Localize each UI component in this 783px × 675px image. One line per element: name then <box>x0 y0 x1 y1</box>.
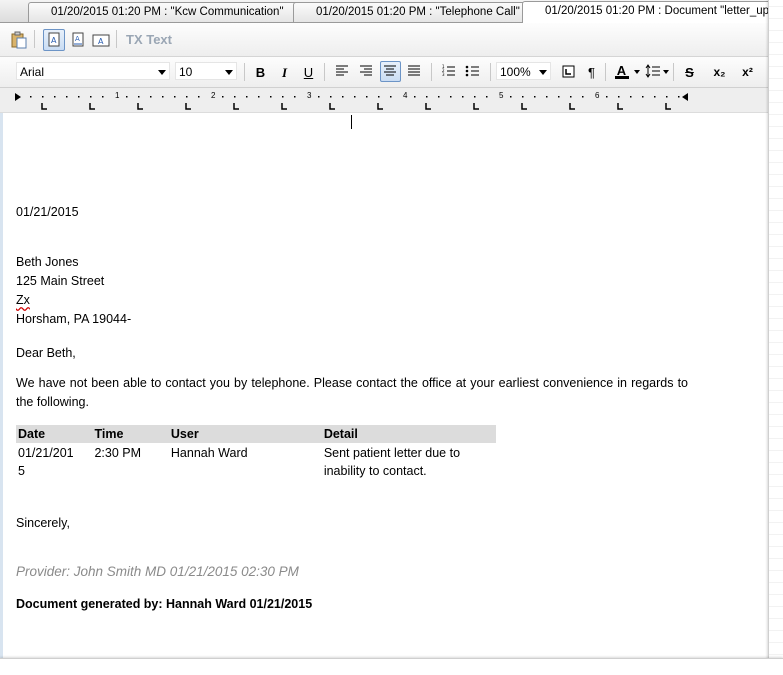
svg-text:A: A <box>51 36 57 45</box>
superscript-button[interactable]: x² <box>737 61 758 82</box>
font-name-select[interactable]: Arial <box>16 62 170 80</box>
address-street: 125 Main Street <box>16 274 105 288</box>
address-line2: Zx <box>16 293 30 307</box>
svg-text:A: A <box>75 35 80 43</box>
chevron-down-icon[interactable] <box>663 70 669 74</box>
ruler-mark-5: 5 <box>499 91 504 100</box>
font-size-value: 10 <box>179 65 193 79</box>
view-normal-icon[interactable]: A <box>43 29 65 51</box>
provider-signature: Provider: John Smith MD 01/21/2015 02:30… <box>16 564 299 579</box>
chevron-down-icon <box>225 70 233 75</box>
view-web-icon[interactable]: A <box>67 29 89 51</box>
column-header-detail: Detail <box>321 425 496 443</box>
table-cell-time: 2:30 PM <box>94 446 142 460</box>
column-header-user: User <box>168 425 322 443</box>
svg-text:A: A <box>98 37 104 46</box>
paste-icon[interactable] <box>8 29 30 51</box>
chevron-down-icon[interactable] <box>634 70 640 74</box>
bullet-list-icon[interactable] <box>462 61 483 82</box>
tab-stop-icon[interactable] <box>558 61 579 82</box>
address-name: Beth Jones <box>16 255 79 269</box>
align-center-icon[interactable] <box>380 61 401 82</box>
svg-text:3: 3 <box>442 72 445 77</box>
chevron-down-icon <box>158 70 166 75</box>
ruler-mark-2: 2 <box>211 91 216 100</box>
body-paragraph: We have not been able to contact you by … <box>16 376 688 409</box>
torn-edge-bottom <box>0 658 783 675</box>
numbered-list-icon[interactable]: 123 <box>438 61 459 82</box>
tab-document-letter[interactable]: 01/20/2015 01:20 PM : Document "letter_u… <box>522 1 768 23</box>
ruler-mark-6: 6 <box>595 91 600 100</box>
salutation: Dear Beth, <box>16 346 76 360</box>
horizontal-ruler[interactable]: 1 2 3 4 5 6 <box>0 88 768 113</box>
font-color-button[interactable]: A <box>611 61 632 82</box>
table-header-row: Date Time User Detail <box>16 425 496 443</box>
zoom-value: 100% <box>500 65 531 79</box>
zoom-select[interactable]: 100% <box>496 62 551 80</box>
tab-bar: 01/20/2015 01:20 PM : "Kcw Communication… <box>0 0 768 23</box>
align-right-icon[interactable] <box>356 61 377 82</box>
ruler-mark-3: 3 <box>307 91 312 100</box>
document-margin <box>0 113 3 658</box>
align-left-icon[interactable] <box>332 61 353 82</box>
view-print-icon[interactable]: A <box>90 29 112 51</box>
format-toolbar: Arial 10 B I U 123 100% ¶ A S x₂ x² <box>0 57 768 88</box>
tx-text-logo: TX Text <box>126 32 172 47</box>
editor-window: 01/20/2015 01:20 PM : "Kcw Communication… <box>0 0 769 658</box>
align-justify-icon[interactable] <box>404 61 425 82</box>
ruler-mark-4: 4 <box>403 91 408 100</box>
detail-table: Date Time User Detail 01/21/201 5 2:30 P… <box>16 425 496 481</box>
torn-edge-right <box>768 0 783 675</box>
strikethrough-button[interactable]: S <box>679 61 700 82</box>
show-formatting-button[interactable]: ¶ <box>581 61 602 82</box>
table-cell-detail: Sent patient letter due to inability to … <box>323 446 461 478</box>
generated-by-line: Document generated by: Hannah Ward 01/21… <box>16 597 313 611</box>
subscript-button[interactable]: x₂ <box>709 61 730 82</box>
italic-button[interactable]: I <box>274 61 295 82</box>
ruler-mark-1: 1 <box>115 91 120 100</box>
line-spacing-icon[interactable] <box>643 61 664 82</box>
table-row: 01/21/201 5 2:30 PM Hannah Ward Sent pat… <box>16 443 496 481</box>
letter-date: 01/21/2015 <box>16 205 79 219</box>
table-cell-date: 01/21/201 5 <box>18 446 74 478</box>
column-header-time: Time <box>92 425 169 443</box>
bold-button[interactable]: B <box>250 61 271 82</box>
address-city: Horsham, PA 19044- <box>16 312 132 326</box>
underline-button[interactable]: U <box>298 61 319 82</box>
chevron-down-icon <box>539 70 547 75</box>
tab-kcw-communication[interactable]: 01/20/2015 01:20 PM : "Kcw Communication… <box>28 2 314 22</box>
document-area[interactable]: 01/21/2015 Beth Jones 125 Main Street Zx… <box>0 113 768 658</box>
closing: Sincerely, <box>16 516 70 530</box>
table-cell-user: Hannah Ward <box>170 446 248 460</box>
font-name-value: Arial <box>20 65 45 79</box>
tab-telephone-call[interactable]: 01/20/2015 01:20 PM : "Telephone Call" <box>293 2 543 22</box>
font-size-select[interactable]: 10 <box>175 62 237 80</box>
view-toolbar: A A A TX Text <box>0 23 768 57</box>
column-header-date: Date <box>16 425 93 443</box>
font-color-swatch <box>615 76 629 79</box>
text-cursor <box>351 115 352 129</box>
